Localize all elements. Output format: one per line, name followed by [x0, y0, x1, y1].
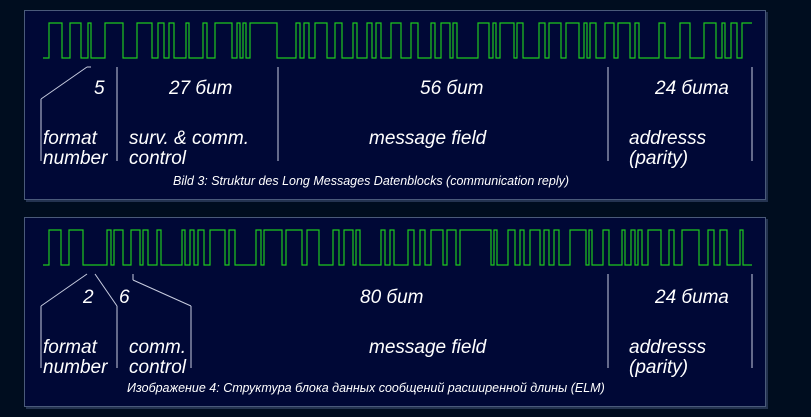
figure-caption: Изображение 4: Структура блока данных со…	[127, 381, 605, 395]
format-label: format	[43, 337, 97, 358]
control-label: control	[129, 148, 187, 169]
control-label: control	[129, 357, 187, 378]
figure-4-panel: 2 6 80 бит 24 бита format number comm. c…	[24, 217, 766, 407]
comm-bit-count: 6	[119, 287, 130, 308]
field-separators	[40, 66, 753, 161]
surv-bit-count: 27 бит	[169, 78, 233, 99]
address-bit-count: 24 бита	[655, 287, 729, 308]
address-label: addresss	[629, 337, 707, 358]
format-label: format	[43, 128, 97, 149]
surv-comm-label: surv. & comm.	[129, 128, 249, 149]
parity-label: (parity)	[629, 357, 689, 378]
format-bit-count: 2	[83, 287, 94, 308]
number-label: number	[43, 357, 108, 378]
message-field-label: message field	[369, 337, 487, 358]
comm-label: comm.	[129, 337, 186, 358]
address-bit-count: 24 бита	[655, 78, 729, 99]
figure-caption: Bild 3: Struktur des Long Messages Daten…	[173, 174, 570, 188]
message-field-label: message field	[369, 128, 487, 149]
figure-3-panel: 5 27 бит 56 бит 24 бита format number su…	[24, 10, 766, 200]
number-label: number	[43, 148, 108, 169]
message-bit-count: 80 бит	[360, 287, 424, 308]
format-bit-count: 5	[94, 78, 105, 99]
address-label: addresss	[629, 128, 707, 149]
message-bit-count: 56 бит	[420, 78, 484, 99]
parity-label: (parity)	[629, 148, 689, 169]
